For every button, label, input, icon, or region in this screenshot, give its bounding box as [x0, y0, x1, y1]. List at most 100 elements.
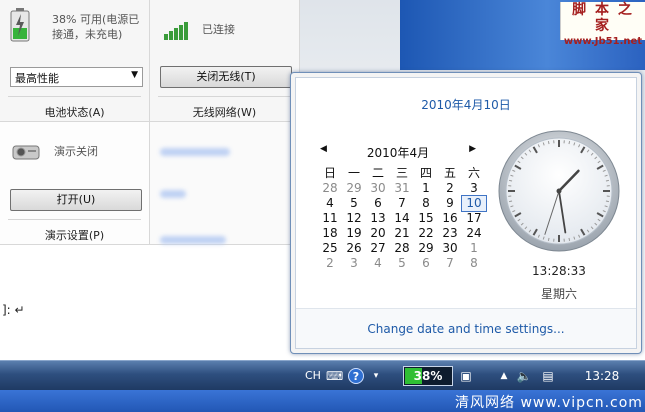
clock-minute-tick: [547, 237, 550, 241]
calendar-day[interactable]: 19: [342, 226, 366, 241]
calendar-day[interactable]: 29: [414, 241, 438, 256]
turn-off-wireless-button[interactable]: 关闭无线(T): [160, 66, 292, 88]
blurred-content: [160, 236, 226, 244]
blurred-content: [160, 190, 186, 198]
calendar-day[interactable]: 5: [390, 256, 414, 271]
calendar-day[interactable]: 1: [414, 181, 438, 196]
site-watermark: 脚 本 之 家 www.Jb51.net: [560, 2, 645, 47]
help-icon[interactable]: ?: [348, 368, 364, 384]
divider: [158, 96, 291, 97]
document-area: [0, 240, 300, 360]
volume-icon[interactable]: 🔈: [516, 368, 532, 384]
date-time-flyout: 2010年4月10日 ◀ 2010年4月 ▶ 日一二三四五六 28 29 30 31 1 2…: [290, 72, 642, 354]
weekday-header: 一: [347, 166, 360, 180]
calendar-day[interactable]: 18: [318, 226, 342, 241]
taskbar: CH ⌨ ? ▾ 38% ▣ ▲ 🔈 ▤ 13:28: [0, 360, 645, 390]
watermark-url: www.Jb51.net: [563, 36, 643, 47]
taskbar-clock[interactable]: 13:28: [577, 369, 627, 383]
calendar-day[interactable]: 20: [366, 226, 390, 241]
calendar-day[interactable]: 30: [366, 181, 390, 196]
calendar-day[interactable]: 26: [342, 241, 366, 256]
calendar-day[interactable]: 8: [414, 196, 438, 211]
weekday-header: 六: [467, 166, 480, 180]
calendar-week-row: 25 26 27 28 29 30 1: [318, 241, 486, 256]
keyboard-icon[interactable]: ⌨: [326, 368, 343, 384]
mobility-center: 38% 可用(电源已 接通，未充电) 最高性能 ▼ 电池状态(A) 已连接 关闭…: [0, 0, 300, 245]
calendar-day[interactable]: 25: [318, 241, 342, 256]
calendar-day[interactable]: 13: [366, 211, 390, 226]
calendar-day[interactable]: 29: [342, 181, 366, 196]
watermark-banner: 清风网络 www.vipcn.com: [0, 390, 645, 412]
calendar-day[interactable]: 1: [462, 241, 486, 256]
power-plan-select[interactable]: 最高性能 ▼: [10, 67, 143, 87]
calendar-day[interactable]: 17: [462, 211, 486, 226]
calendar-day[interactable]: 7: [390, 196, 414, 211]
battery-meter[interactable]: 38%: [403, 366, 453, 386]
calendar-day[interactable]: 4: [318, 196, 342, 211]
calendar-day[interactable]: 11: [318, 211, 342, 226]
calendar-day[interactable]: 3: [462, 181, 486, 196]
calendar-day[interactable]: 12: [342, 211, 366, 226]
calendar-day[interactable]: 14: [390, 211, 414, 226]
flyout-panel: 2010年4月10日 ◀ 2010年4月 ▶ 日一二三四五六 28 29 30 31 1 2…: [295, 77, 637, 349]
calendar-day[interactable]: 28: [390, 241, 414, 256]
presentation-tile-title: 演示设置(P): [44, 229, 105, 242]
clock-minute-tick: [568, 237, 571, 241]
calendar-day[interactable]: 27: [366, 241, 390, 256]
presentation-tile: 演示关闭 打开(U) 演示设置(P): [0, 122, 150, 245]
divider: [8, 96, 141, 97]
presentation-status: 演示关闭: [54, 145, 98, 158]
turn-on-presentation-button[interactable]: 打开(U): [10, 189, 142, 211]
weekday-header: 日: [323, 166, 336, 180]
weekday-header: 四: [419, 166, 432, 180]
calendar-day[interactable]: 5: [342, 196, 366, 211]
clock-time: 13:28:33: [532, 264, 586, 278]
calendar-week-row: 2345678: [318, 256, 486, 271]
weekday-header: 二: [371, 166, 384, 180]
clock-minute-tick: [509, 179, 513, 182]
banner-text: 清风网络 www.vipcn.com: [455, 395, 643, 411]
calendar-day[interactable]: 6: [366, 196, 390, 211]
calendar-week-row: 4 5 6 7 8 9 10: [318, 195, 487, 212]
calendar-day[interactable]: 2: [318, 256, 342, 271]
calendar-day[interactable]: 15: [414, 211, 438, 226]
change-date-time-settings-link[interactable]: Change date and time settings...: [296, 322, 636, 336]
calendar-day[interactable]: 30: [438, 241, 462, 256]
calendar-day[interactable]: 16: [438, 211, 462, 226]
calendar-day[interactable]: 2: [438, 181, 462, 196]
weekday-header: 五: [443, 166, 456, 180]
clock-minute-tick: [605, 179, 609, 182]
calendar-day[interactable]: 23: [438, 226, 462, 241]
calendar-day[interactable]: 24: [462, 226, 486, 241]
power-plug-icon[interactable]: ▣: [458, 368, 474, 384]
calendar-day[interactable]: 7: [438, 256, 462, 271]
calendar-day[interactable]: 6: [414, 256, 438, 271]
signal-bars-icon: [164, 20, 190, 40]
calendar-day[interactable]: 9: [438, 196, 462, 211]
calendar-day[interactable]: 28: [318, 181, 342, 196]
calendar-day[interactable]: 22: [414, 226, 438, 241]
battery-status-line1: 38% 可用(电源已: [52, 13, 140, 26]
date-header-link[interactable]: 2010年4月10日: [296, 96, 636, 113]
language-indicator[interactable]: CH: [305, 369, 321, 382]
calendar-day[interactable]: 3: [342, 256, 366, 271]
blurred-tile: [150, 122, 300, 245]
watermark-title: 脚 本 之 家: [572, 2, 634, 34]
battery-tile: 38% 可用(电源已 接通，未充电) 最高性能 ▼ 电池状态(A): [0, 0, 150, 122]
weekday-header: 三: [395, 166, 408, 180]
calendar-day[interactable]: 4: [366, 256, 390, 271]
wireless-status: 已连接: [202, 23, 235, 36]
calendar-day[interactable]: 10: [461, 195, 487, 212]
wireless-tile-title: 无线网络(W): [192, 106, 257, 119]
calendar-day[interactable]: 8: [462, 256, 486, 271]
calendar-day[interactable]: 31: [390, 181, 414, 196]
network-icon[interactable]: ▤: [540, 368, 556, 384]
calendar-month-label[interactable]: 2010年4月: [318, 144, 478, 161]
show-hidden-icons-icon[interactable]: ▲: [496, 368, 512, 384]
calendar-day[interactable]: 21: [390, 226, 414, 241]
clock-minute-tick: [568, 141, 571, 145]
next-month-button[interactable]: ▶: [469, 144, 476, 154]
clock-minute-tick: [547, 141, 550, 145]
options-icon[interactable]: ▾: [368, 368, 384, 384]
document-text: ]: ↵: [2, 303, 25, 317]
